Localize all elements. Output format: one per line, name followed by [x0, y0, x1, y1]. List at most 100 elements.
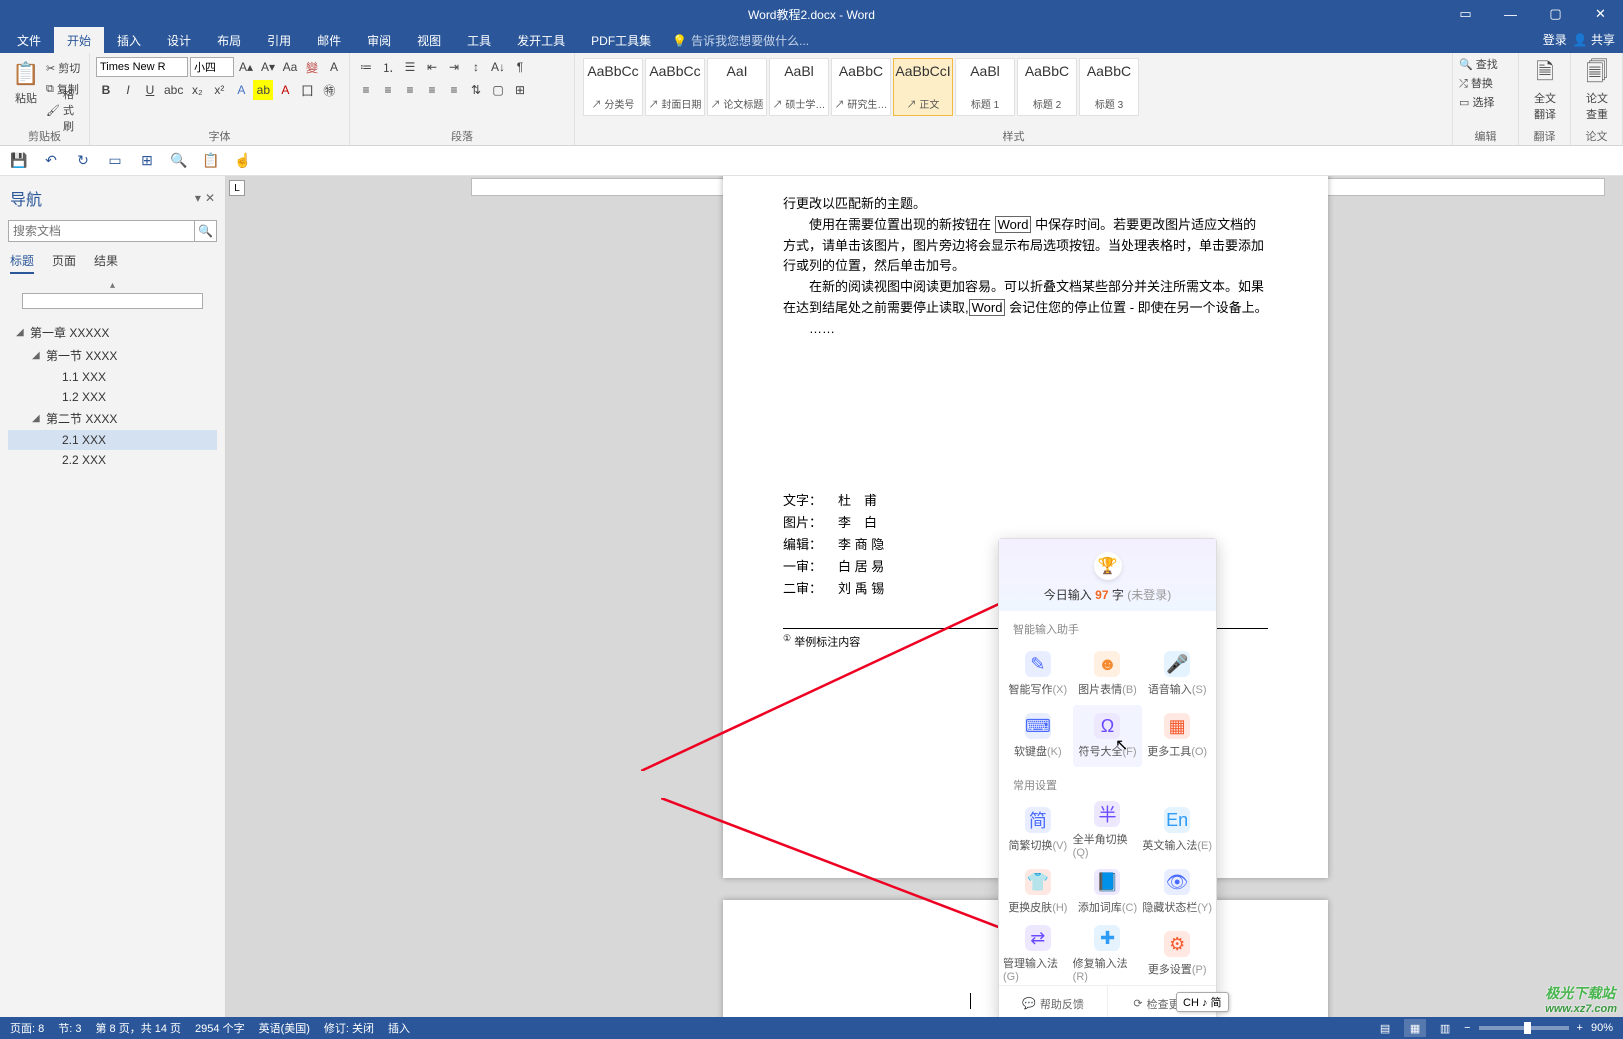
- tab-file[interactable]: 文件: [4, 27, 54, 53]
- line-spacing-button[interactable]: ⇅: [466, 80, 486, 100]
- distribute-button[interactable]: ≡: [444, 80, 464, 100]
- nav-tree-item[interactable]: ◢第二节 XXXX: [8, 407, 217, 430]
- status-section[interactable]: 节: 3: [58, 1020, 81, 1036]
- status-page[interactable]: 页面: 8: [10, 1020, 44, 1036]
- sort-button[interactable]: A↓: [488, 57, 508, 77]
- nav-close-button[interactable]: ✕: [205, 191, 215, 205]
- tell-me-search[interactable]: 💡告诉我您想要做什么...: [664, 28, 817, 53]
- ime-item-图片表情[interactable]: ☻图片表情(B): [1073, 643, 1143, 705]
- ime-item-符号大全[interactable]: Ω符号大全(F): [1073, 705, 1143, 767]
- font-name-combo[interactable]: Times New R: [96, 57, 188, 77]
- nav-tree-item[interactable]: ◢第一章 XXXXX: [8, 321, 217, 344]
- italic-button[interactable]: I: [118, 80, 138, 100]
- font-size-combo[interactable]: 小四: [190, 57, 234, 77]
- ime-status-badge[interactable]: CH ♪ 简: [1176, 992, 1229, 1012]
- text-effects-button[interactable]: A: [231, 80, 251, 100]
- shading-button[interactable]: ▢: [488, 80, 508, 100]
- tab-layout[interactable]: 布局: [204, 27, 254, 53]
- paper-check-button[interactable]: 🗐论文 查重: [1577, 56, 1617, 124]
- char-border-button[interactable]: 囗: [297, 80, 317, 100]
- numbering-button[interactable]: ⒈: [378, 57, 398, 77]
- style-item[interactable]: AaBbCcI↗ 正文: [893, 58, 953, 116]
- status-language[interactable]: 英语(美国): [259, 1020, 310, 1036]
- print-layout-button[interactable]: ▦: [1404, 1019, 1426, 1037]
- status-insert-mode[interactable]: 插入: [388, 1020, 410, 1036]
- align-left-button[interactable]: ≡: [356, 80, 376, 100]
- nav-dropdown-icon[interactable]: ▾: [195, 191, 201, 205]
- cut-button[interactable]: ✂ 剪切: [46, 58, 83, 78]
- enclose-char-button[interactable]: ㊕: [319, 80, 339, 100]
- ime-item-智能写作[interactable]: ✎智能写作(X): [1003, 643, 1073, 705]
- ime-item-更换皮肤[interactable]: 👕更换皮肤(H): [1003, 861, 1073, 923]
- style-item[interactable]: AaBbC标题 2: [1017, 58, 1077, 116]
- status-track[interactable]: 修订: 关闭: [324, 1020, 374, 1036]
- ime-item-添加词库[interactable]: 📘添加词库(C): [1073, 861, 1143, 923]
- nav-search-input[interactable]: [8, 220, 195, 242]
- strikethrough-button[interactable]: abc: [162, 80, 185, 100]
- ime-item-管理输入法[interactable]: ⇄管理输入法(G): [1003, 923, 1073, 985]
- close-button[interactable]: ✕: [1578, 0, 1623, 28]
- underline-button[interactable]: U: [140, 80, 160, 100]
- status-word-count[interactable]: 2954 个字: [195, 1020, 245, 1036]
- phonetic-guide-button[interactable]: 變: [302, 57, 322, 77]
- zoom-in-button[interactable]: +: [1577, 1022, 1583, 1034]
- justify-button[interactable]: ≡: [422, 80, 442, 100]
- ime-item-更多设置[interactable]: ⚙更多设置(P): [1142, 923, 1212, 985]
- share-button[interactable]: 👤 共享: [1573, 31, 1615, 48]
- tab-view[interactable]: 视图: [404, 27, 454, 53]
- tab-home[interactable]: 开始: [54, 27, 104, 53]
- tab-insert[interactable]: 插入: [104, 27, 154, 53]
- maximize-button[interactable]: ▢: [1533, 0, 1578, 28]
- nav-collapse-icon[interactable]: ▴: [8, 280, 217, 291]
- paste-qat-button[interactable]: 📋: [202, 152, 220, 170]
- minimize-button[interactable]: —: [1488, 0, 1533, 28]
- tab-developer[interactable]: 发开工具: [504, 27, 578, 53]
- grow-font-button[interactable]: A▴: [236, 57, 256, 77]
- style-item[interactable]: AaBl标题 1: [955, 58, 1015, 116]
- new-button[interactable]: ▭: [106, 152, 124, 170]
- superscript-button[interactable]: x²: [209, 80, 229, 100]
- ime-item-全半角切换[interactable]: 半全半角切换(Q): [1073, 799, 1143, 861]
- zoom-out-button[interactable]: −: [1464, 1022, 1470, 1034]
- save-button[interactable]: 💾: [10, 152, 28, 170]
- style-item[interactable]: AaI↗ 论文标题: [707, 58, 767, 116]
- nav-tab-headings[interactable]: 标题: [10, 252, 34, 274]
- show-marks-button[interactable]: ¶: [510, 57, 530, 77]
- bullets-button[interactable]: ≔: [356, 57, 376, 77]
- nav-search-button[interactable]: 🔍: [195, 220, 217, 242]
- nav-tree-item[interactable]: ◢第一节 XXXX: [8, 344, 217, 367]
- nav-tree-item[interactable]: 1.1 XXX: [8, 367, 217, 387]
- style-item[interactable]: AaBl↗ 硕士学…: [769, 58, 829, 116]
- zoom-slider[interactable]: [1479, 1026, 1569, 1030]
- ime-item-英文输入法[interactable]: En英文输入法(E): [1142, 799, 1212, 861]
- web-layout-button[interactable]: ▥: [1434, 1019, 1456, 1037]
- ime-item-修复输入法[interactable]: ✚修复输入法(R): [1073, 923, 1143, 985]
- replace-button[interactable]: ⤮ 替换: [1459, 75, 1493, 91]
- ribbon-display-options-button[interactable]: ▭: [1443, 0, 1488, 28]
- zoom-level[interactable]: 90%: [1591, 1022, 1613, 1034]
- select-button[interactable]: ▭ 选择: [1459, 94, 1494, 110]
- ime-help-feedback[interactable]: 💬 帮助反馈: [999, 986, 1108, 1017]
- highlight-button[interactable]: ab: [253, 80, 273, 100]
- tab-references[interactable]: 引用: [254, 27, 304, 53]
- style-item[interactable]: AaBbC标题 3: [1079, 58, 1139, 116]
- table-button[interactable]: ⊞: [138, 152, 156, 170]
- style-item[interactable]: AaBbCc↗ 分类号: [583, 58, 643, 116]
- format-painter-button[interactable]: 🖌 格式刷: [46, 100, 83, 120]
- full-translate-button[interactable]: 🗎全文 翻译: [1525, 56, 1565, 124]
- touch-button[interactable]: ☝: [234, 152, 252, 170]
- tab-selector[interactable]: L: [229, 180, 245, 196]
- tab-pdf-tools[interactable]: PDF工具集: [578, 27, 664, 53]
- ime-item-简繁切换[interactable]: 简简繁切换(V): [1003, 799, 1073, 861]
- status-page-of[interactable]: 第 8 页，共 14 页: [95, 1020, 181, 1036]
- nav-tree-item[interactable]: 2.2 XXX: [8, 450, 217, 470]
- nav-filter-box[interactable]: [22, 293, 203, 309]
- bold-button[interactable]: B: [96, 80, 116, 100]
- paste-button[interactable]: 📋 粘贴: [6, 56, 46, 108]
- borders-button[interactable]: ⊞: [510, 80, 530, 100]
- decrease-indent-button[interactable]: ⇤: [422, 57, 442, 77]
- clear-format-button[interactable]: A: [324, 57, 344, 77]
- document-area[interactable]: L 3 2 1 1 2 3 4 5 6 7 8 9 10 11 12 13 14…: [226, 176, 1623, 1017]
- change-case-button[interactable]: Aa: [280, 57, 300, 77]
- increase-indent-button[interactable]: ⇥: [444, 57, 464, 77]
